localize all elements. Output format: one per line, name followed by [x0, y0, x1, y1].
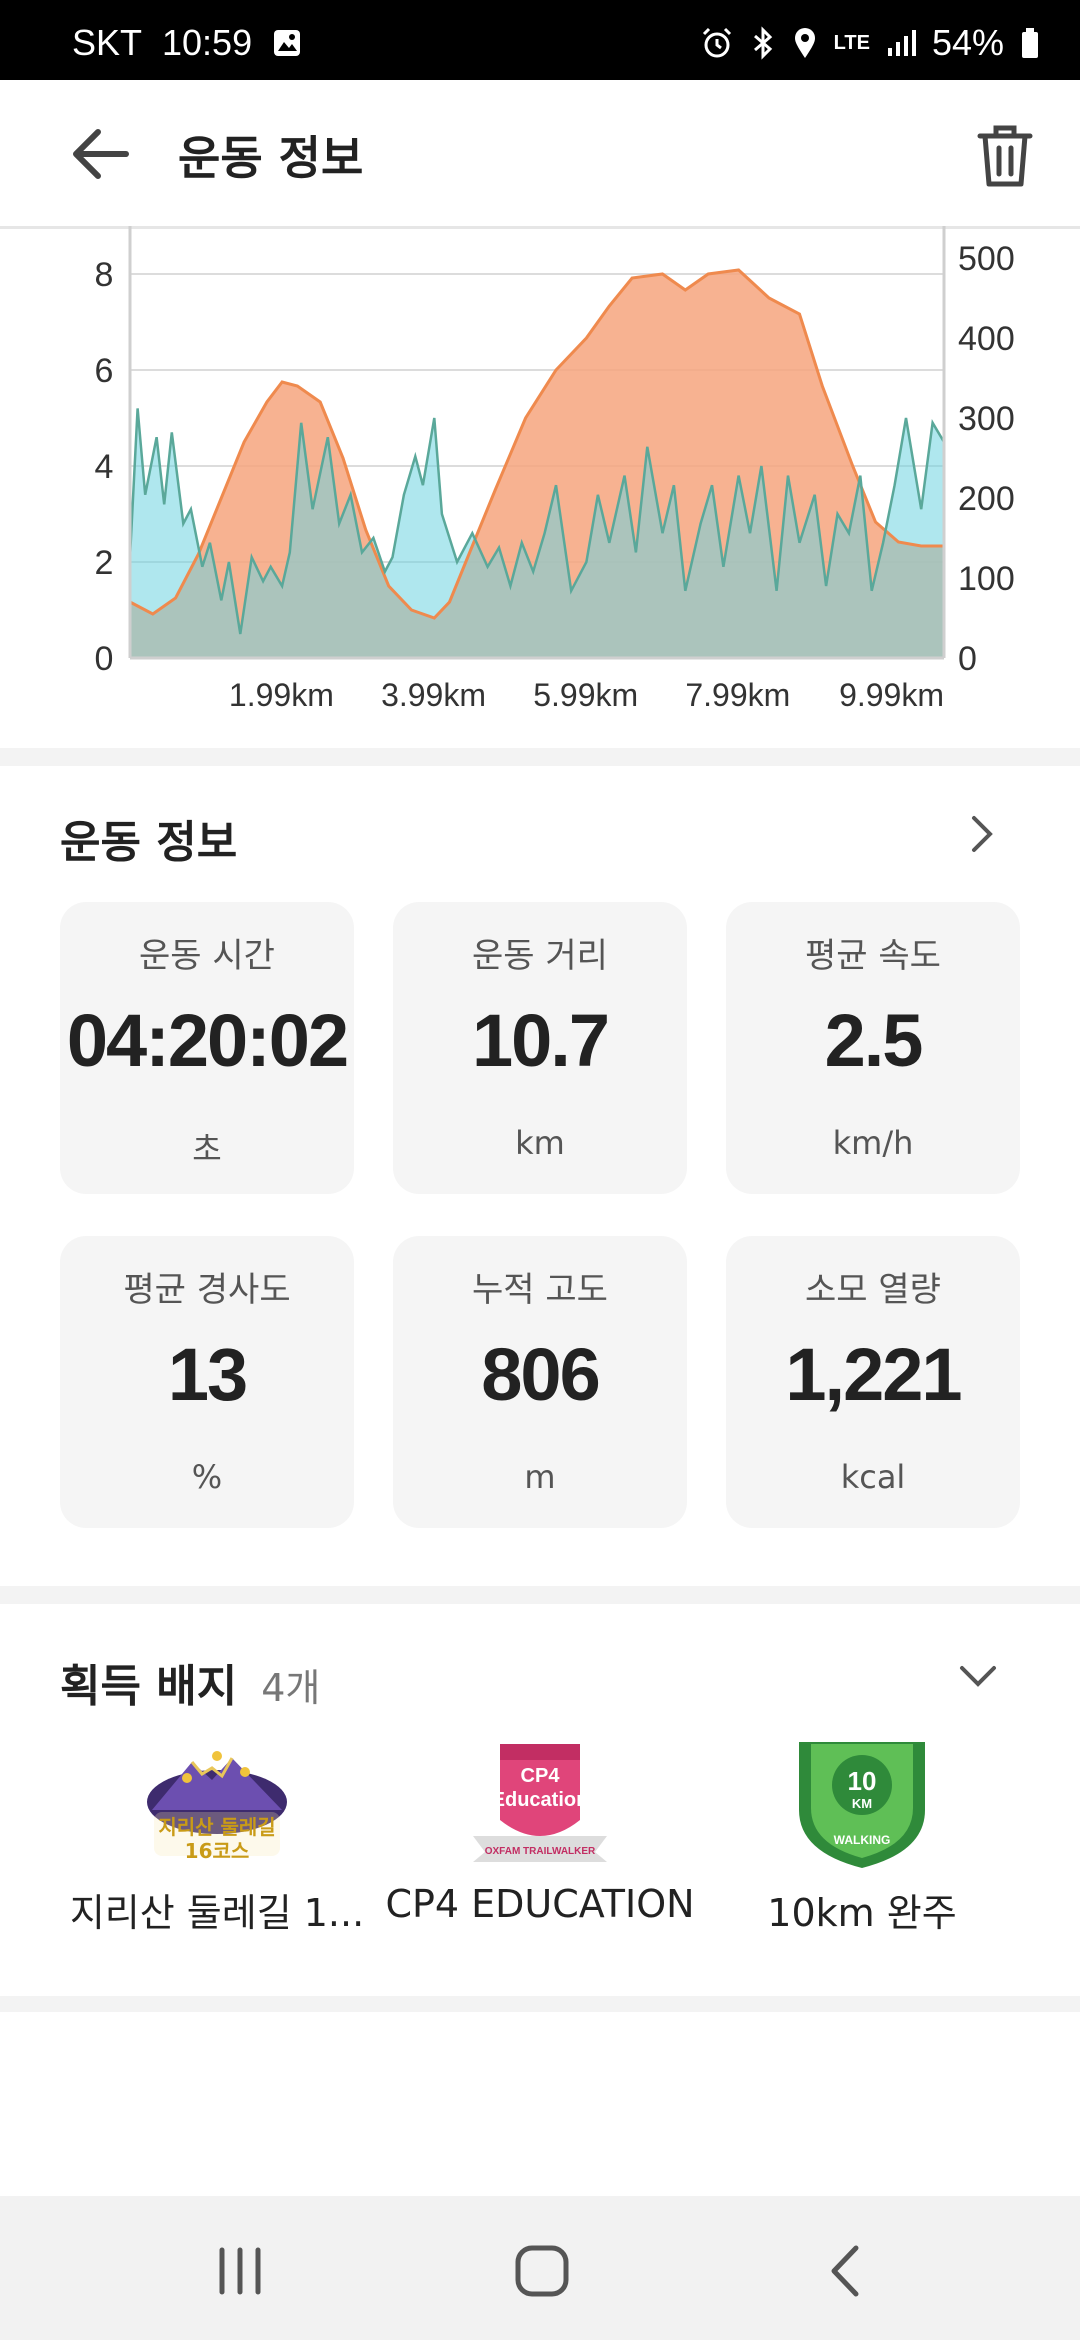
badge-name: 10km 완주	[767, 1891, 957, 1935]
badge-art-text: WALKING	[834, 1833, 891, 1847]
stat-label: 평균 속도	[805, 936, 941, 976]
badge-name: 지리산 둘레길 1...	[69, 1891, 365, 1935]
stat-value: 10.7	[471, 999, 610, 1082]
badge-name: CP4 EDUCATION	[385, 1882, 695, 1926]
stat-label: 누적 고도	[472, 1270, 608, 1310]
location-icon	[792, 26, 818, 60]
badge-item[interactable]: CP4 Education OXFAM TRAILWALKER CP4 EDUC…	[375, 1740, 705, 1926]
chevron-left-icon	[831, 2245, 859, 2297]
badge-art-text: 16코스	[185, 1839, 250, 1863]
badge-art-text: OXFAM TRAILWALKER	[485, 1846, 596, 1857]
y-right-tick-label: 100	[958, 560, 1015, 598]
page-title: 운동 정보	[178, 131, 364, 185]
trash-icon	[977, 125, 1033, 187]
gallery-icon	[272, 28, 302, 58]
badge-item[interactable]: 10 KM WALKING 10km 완주	[697, 1740, 1027, 1937]
stat-label: 운동 거리	[472, 936, 608, 976]
clock: 10:59	[162, 22, 253, 63]
y-right-tick-label: 400	[958, 320, 1015, 358]
y-left-tick-label: 6	[95, 352, 114, 390]
back-button[interactable]	[68, 124, 138, 184]
x-tick-label: 3.99km	[381, 677, 486, 713]
home-icon	[515, 2245, 569, 2297]
y-left-tick-label: 8	[95, 256, 114, 294]
stat-label: 평균 경사도	[123, 1270, 291, 1310]
section-divider	[0, 748, 1080, 766]
battery-icon	[1020, 26, 1040, 60]
badges-section-title: 획득 배지 4개	[60, 1650, 320, 1714]
x-tick-label: 1.99km	[229, 677, 334, 713]
mountain-badge-icon: 지리산 둘레길 16코스	[147, 1751, 287, 1863]
section-divider	[0, 1996, 1080, 2012]
stat-value: 13	[167, 1333, 248, 1416]
stat-unit: %	[191, 1458, 223, 1496]
network-type-label: LTE	[833, 31, 870, 54]
summary-more-button[interactable]	[962, 814, 1002, 854]
badges-count: 4개	[261, 1666, 321, 1710]
chevron-down-icon	[960, 1666, 996, 1687]
home-button[interactable]	[502, 2236, 582, 2306]
x-tick-label: 9.99km	[839, 677, 944, 713]
x-tick-label: 7.99km	[685, 677, 790, 713]
stat-card-duration: 운동 시간 04:20:02 초	[60, 902, 354, 1194]
recent-apps-icon	[219, 2247, 261, 2295]
chart-svg: 0 2 4 6 8 0 100 200 300 400 500 1.99km 3.99km 5.99km 7…	[95, 226, 1015, 713]
bluetooth-icon	[750, 26, 776, 60]
stat-card-elevation-gain: 누적 고도 806 m	[393, 1236, 687, 1528]
badges-title-text: 획득 배지	[60, 1661, 238, 1712]
cp4-badge-icon: CP4 Education OXFAM TRAILWALKER	[473, 1744, 607, 1862]
carrier-label: SKT	[72, 22, 143, 63]
stat-unit: m	[524, 1458, 556, 1496]
status-bar: SKT 10:59 LTE 54%	[0, 0, 1080, 80]
x-tick-label: 5.99km	[533, 677, 638, 713]
stat-label: 운동 시간	[139, 936, 275, 976]
system-back-button[interactable]	[806, 2236, 886, 2306]
y-right-tick-label: 500	[958, 240, 1015, 278]
walking-badge-icon: 10 KM WALKING	[799, 1742, 925, 1868]
app-bar: 운동 정보	[0, 80, 1080, 229]
badge-art-text: Education	[492, 1789, 589, 1811]
recent-apps-button[interactable]	[200, 2236, 280, 2306]
stat-unit: km/h	[832, 1124, 914, 1162]
badge-art-text: 지리산 둘레길	[158, 1815, 275, 1839]
badge-art-text: CP4	[521, 1765, 561, 1787]
section-divider	[0, 1586, 1080, 1604]
y-left-tick-label: 2	[95, 544, 114, 582]
stat-label: 소모 열량	[805, 1270, 941, 1310]
badge-art-text: 10	[848, 1766, 877, 1796]
badge-item[interactable]: 지리산 둘레길 16코스 지리산 둘레길 1...	[52, 1740, 382, 1937]
y-right-tick-label: 200	[958, 480, 1015, 518]
y-right-tick-label: 0	[958, 640, 977, 678]
stat-value: 806	[481, 1333, 600, 1416]
stat-value: 04:20:02	[66, 999, 349, 1082]
stat-unit: 초	[192, 1130, 222, 1168]
navigation-bar	[0, 2196, 1080, 2340]
stat-value: 2.5	[824, 999, 924, 1082]
stat-card-avg-speed: 평균 속도 2.5 km/h	[726, 902, 1020, 1194]
y-left-tick-label: 0	[95, 640, 114, 678]
alarm-icon	[700, 26, 734, 60]
summary-section-title: 운동 정보	[60, 817, 238, 868]
workout-chart: 0 2 4 6 8 0 100 200 300 400 500 1.99km 3.99km 5.99km 7…	[0, 226, 1080, 746]
stat-value: 1,221	[785, 1333, 962, 1416]
badge-art-text: KM	[852, 1796, 872, 1811]
y-left-tick-label: 4	[95, 448, 114, 486]
arrow-left-icon	[73, 129, 129, 179]
badges-expand-button[interactable]	[958, 1656, 998, 1696]
stat-card-distance: 운동 거리 10.7 km	[393, 902, 687, 1194]
battery-label: 54%	[931, 22, 1004, 63]
stat-card-calories: 소모 열량 1,221 kcal	[726, 1236, 1020, 1528]
delete-button[interactable]	[972, 120, 1038, 190]
chevron-right-icon	[972, 816, 993, 852]
y-right-tick-label: 300	[958, 400, 1015, 438]
signal-icon	[886, 28, 916, 58]
stat-unit: kcal	[840, 1458, 906, 1496]
stat-card-avg-slope: 평균 경사도 13 %	[60, 1236, 354, 1528]
stat-unit: km	[515, 1124, 565, 1162]
